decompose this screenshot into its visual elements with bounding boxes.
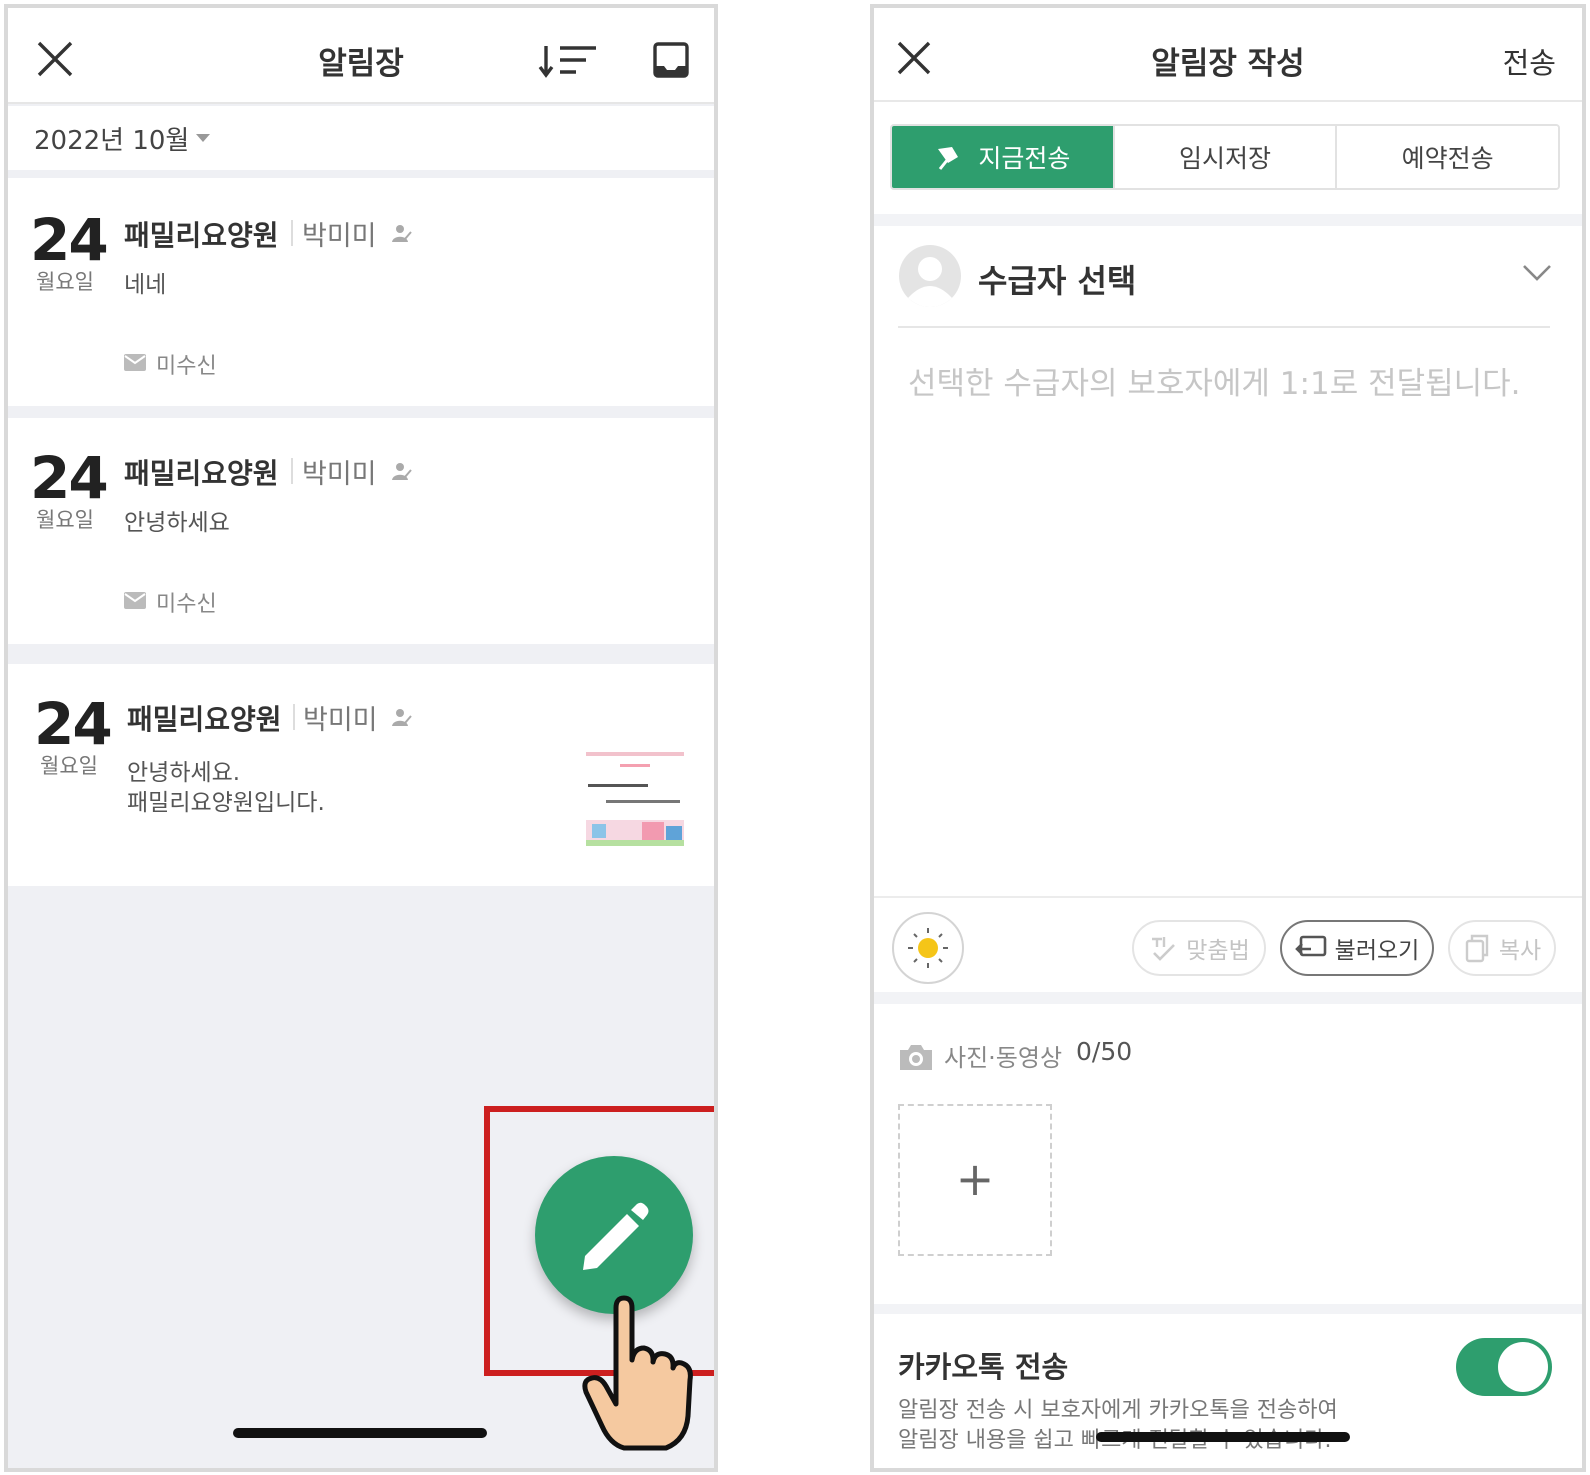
media-section: 사진·동영상 0/50 + <box>874 1004 1582 1304</box>
card-org: 패밀리요양원 <box>124 219 279 252</box>
add-media-button[interactable]: + <box>898 1104 1052 1256</box>
card-weekday: 월요일 <box>40 754 98 778</box>
spellcheck-label: 맞춤법 <box>1186 938 1250 964</box>
spellcheck-icon <box>1152 937 1176 961</box>
card-org: 패밀리요양원 <box>127 703 282 736</box>
tab-schedule-send[interactable]: 예약전송 <box>1337 126 1558 188</box>
tab-label: 지금전송 <box>978 144 1071 173</box>
notice-card[interactable]: 24 월요일 패밀리요양원 박미미 안녕하세요. 패밀리요양원입니다. <box>8 664 714 886</box>
load-label: 불러오기 <box>1334 938 1420 964</box>
page-title: 알림장 <box>318 46 404 82</box>
tab-send-now[interactable]: 지금전송 <box>892 126 1115 188</box>
card-status: 미수신 <box>156 354 217 379</box>
kakao-description: 알림장 전송 시 보호자에게 카카오톡을 전송하여 알림장 내용을 쉽고 빠르게… <box>898 1398 1338 1453</box>
notice-card[interactable]: 24 월요일 패밀리요양원 박미미 네네 미수신 <box>8 178 714 406</box>
month-selector[interactable]: 2022년 10월 <box>8 106 714 170</box>
notice-list-screen: 알림장 2022년 10월 24 월요일 패밀리요양원 박미미 네네 미수신 2… <box>4 4 718 1472</box>
section-divider <box>874 992 1582 1004</box>
load-icon <box>1294 935 1326 957</box>
home-indicator <box>1096 1432 1350 1442</box>
card-author: 박미미 <box>303 705 378 736</box>
mail-icon <box>124 354 146 371</box>
tab-label: 예약전송 <box>1401 144 1494 173</box>
card-author: 박미미 <box>302 459 377 490</box>
chevron-down-icon <box>1523 265 1551 281</box>
notice-compose-screen: 알림장 작성 전송 지금전송 임시저장 예약전송 수급자 선택 선택한 수급자의… <box>870 4 1586 1472</box>
month-label: 2022년 10월 <box>34 126 190 156</box>
card-org: 패밀리요양원 <box>124 457 279 490</box>
recipient-selector[interactable]: 수급자 선택 <box>874 226 1582 330</box>
recipient-label: 수급자 선택 <box>978 262 1137 300</box>
notice-card[interactable]: 24 월요일 패밀리요양원 박미미 안녕하세요 미수신 <box>8 418 714 644</box>
tab-label: 임시저장 <box>1179 144 1272 173</box>
plus-icon: + <box>955 1152 995 1206</box>
kakao-toggle[interactable] <box>1456 1338 1552 1396</box>
copy-button[interactable]: 복사 <box>1448 920 1556 976</box>
copy-icon <box>1465 934 1489 963</box>
card-author: 박미미 <box>302 221 377 252</box>
spellcheck-button[interactable]: 맞춤법 <box>1132 920 1266 976</box>
tab-save-draft[interactable]: 임시저장 <box>1114 126 1338 188</box>
person-edit-icon <box>392 709 412 726</box>
divider <box>898 326 1550 328</box>
compose-button[interactable] <box>535 1156 693 1314</box>
inbox-icon[interactable] <box>653 42 689 78</box>
card-body: 안녕하세요 <box>124 510 230 536</box>
pencil-icon <box>583 1202 649 1270</box>
card-weekday: 월요일 <box>36 270 94 294</box>
message-input[interactable]: 선택한 수급자의 보호자에게 1:1로 전달됩니다. <box>908 358 1521 403</box>
send-mode-tabs: 지금전송 임시저장 예약전송 <box>890 124 1560 190</box>
media-label: 사진·동영상 <box>944 1044 1063 1072</box>
card-weekday: 월요일 <box>36 508 94 532</box>
person-edit-icon <box>392 225 412 242</box>
home-indicator <box>233 1428 487 1438</box>
copy-label: 복사 <box>1498 938 1542 964</box>
media-count: 0/50 <box>1076 1037 1133 1066</box>
attachment-thumbnail[interactable] <box>586 752 684 850</box>
kakao-section: 카카오톡 전송 알림장 전송 시 보호자에게 카카오톡을 전송하여 알림장 내용… <box>874 1314 1582 1468</box>
camera-icon <box>900 1045 932 1070</box>
header: 알림장 <box>8 8 714 104</box>
divider <box>291 458 293 484</box>
caret-down-icon <box>196 134 210 142</box>
divider <box>293 704 295 730</box>
card-day: 24 <box>34 690 113 758</box>
emoji-button[interactable] <box>892 912 964 984</box>
toggle-knob <box>1498 1342 1548 1392</box>
card-body: 네네 <box>124 272 167 298</box>
card-day: 24 <box>30 444 109 512</box>
card-day: 24 <box>30 206 109 274</box>
editor-toolbar: 맞춤법 불러오기 복사 <box>874 896 1582 992</box>
kakao-title: 카카오톡 전송 <box>898 1350 1069 1384</box>
send-button[interactable]: 전송 <box>1503 40 1556 82</box>
load-button[interactable]: 불러오기 <box>1280 920 1434 976</box>
person-edit-icon <box>392 463 412 480</box>
pin-icon <box>938 147 959 170</box>
section-divider <box>874 214 1582 226</box>
page-title: 알림장 작성 <box>1151 46 1305 82</box>
sun-icon <box>908 928 948 968</box>
sort-icon[interactable] <box>538 44 598 78</box>
pointing-hand-icon <box>582 1295 693 1451</box>
divider <box>291 220 293 246</box>
avatar-placeholder-icon <box>899 245 961 307</box>
card-status: 미수신 <box>156 592 217 617</box>
mail-icon <box>124 592 146 609</box>
card-body: 안녕하세요. 패밀리요양원입니다. <box>127 760 325 816</box>
header: 알림장 작성 전송 <box>874 8 1582 102</box>
